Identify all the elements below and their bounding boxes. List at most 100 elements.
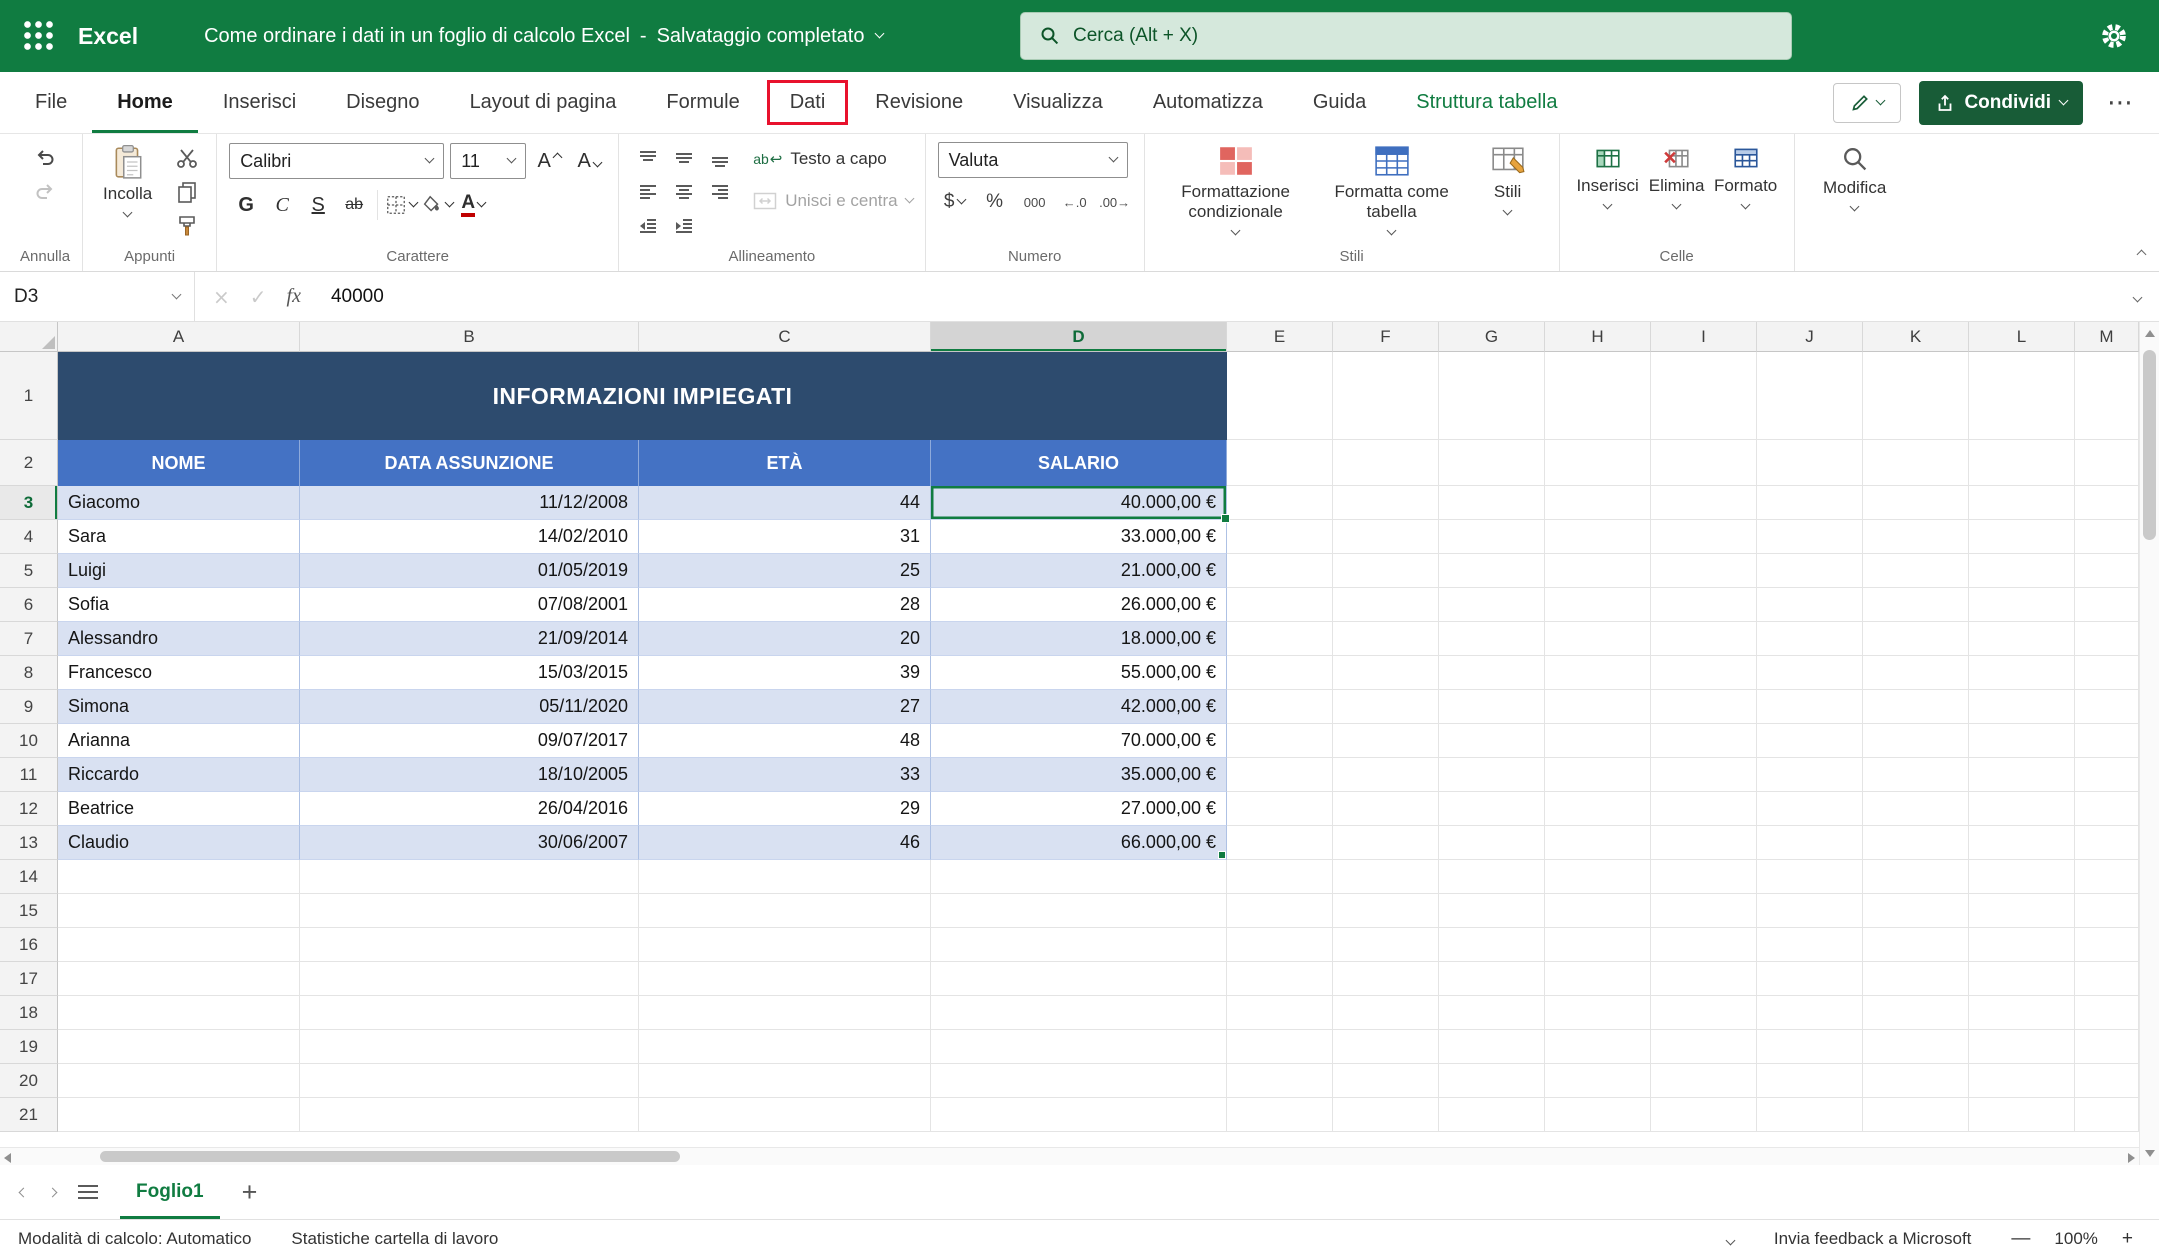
cell-I14[interactable] [1651, 860, 1757, 894]
cell-M2[interactable] [2075, 440, 2139, 486]
cell-J1[interactable] [1757, 352, 1863, 440]
cell-H18[interactable] [1545, 996, 1651, 1030]
font-name-select[interactable]: Calibri [229, 143, 444, 179]
cell-I20[interactable] [1651, 1064, 1757, 1098]
cell-I19[interactable] [1651, 1030, 1757, 1064]
tab-home[interactable]: Home [92, 72, 198, 133]
scroll-up-icon[interactable] [2145, 330, 2155, 337]
cell-J5[interactable] [1757, 554, 1863, 588]
cell-M17[interactable] [2075, 962, 2139, 996]
cell-M11[interactable] [2075, 758, 2139, 792]
cell-E11[interactable] [1227, 758, 1333, 792]
cell-J20[interactable] [1757, 1064, 1863, 1098]
cell-K2[interactable] [1863, 440, 1969, 486]
zoom-in-button[interactable]: + [2122, 1228, 2133, 1250]
cell-J19[interactable] [1757, 1030, 1863, 1064]
cell-K10[interactable] [1863, 724, 1969, 758]
tab-disegno[interactable]: Disegno [321, 72, 444, 133]
cell-A14[interactable] [58, 860, 300, 894]
cell-B7[interactable]: 21/09/2014 [300, 622, 639, 656]
cell-B10[interactable]: 09/07/2017 [300, 724, 639, 758]
cell-I17[interactable] [1651, 962, 1757, 996]
scroll-right-icon[interactable] [2128, 1153, 2135, 1163]
cell-B19[interactable] [300, 1030, 639, 1064]
tab-revisione[interactable]: Revisione [850, 72, 988, 133]
cell-L3[interactable] [1969, 486, 2075, 520]
font-color-button[interactable]: A [456, 186, 490, 224]
cell-J17[interactable] [1757, 962, 1863, 996]
column-header-A[interactable]: A [58, 322, 300, 352]
cell-H11[interactable] [1545, 758, 1651, 792]
column-header-E[interactable]: E [1227, 322, 1333, 352]
cell-I1[interactable] [1651, 352, 1757, 440]
cell-E9[interactable] [1227, 690, 1333, 724]
tab-struttura-tabella[interactable]: Struttura tabella [1391, 72, 1582, 133]
decrease-indent-button[interactable] [631, 210, 665, 242]
cell-H8[interactable] [1545, 656, 1651, 690]
cell-G9[interactable] [1439, 690, 1545, 724]
zoom-level[interactable]: 100% [2054, 1229, 2097, 1249]
draw-mode-button[interactable] [1833, 83, 1901, 123]
cell-D8[interactable]: 55.000,00 € [931, 656, 1227, 690]
cell-E1[interactable] [1227, 352, 1333, 440]
cell-K4[interactable] [1863, 520, 1969, 554]
cell-D3[interactable]: 40.000,00 € [931, 486, 1227, 520]
cell-L16[interactable] [1969, 928, 2075, 962]
cell-C20[interactable] [639, 1064, 931, 1098]
cell-B4[interactable]: 14/02/2010 [300, 520, 639, 554]
formula-input[interactable]: 40000 [319, 286, 2134, 308]
cell-I18[interactable] [1651, 996, 1757, 1030]
cell-M3[interactable] [2075, 486, 2139, 520]
cell-K19[interactable] [1863, 1030, 1969, 1064]
cell-C2[interactable]: ETÀ [639, 440, 931, 486]
cell-E16[interactable] [1227, 928, 1333, 962]
underline-button[interactable]: S [301, 186, 335, 224]
cell-G19[interactable] [1439, 1030, 1545, 1064]
feedback-link[interactable]: Invia feedback a Microsoft [1774, 1229, 1971, 1249]
cell-L15[interactable] [1969, 894, 2075, 928]
cell-I2[interactable] [1651, 440, 1757, 486]
cell-B17[interactable] [300, 962, 639, 996]
cell-K14[interactable] [1863, 860, 1969, 894]
cell-I12[interactable] [1651, 792, 1757, 826]
cell-M13[interactable] [2075, 826, 2139, 860]
cell-J8[interactable] [1757, 656, 1863, 690]
delete-cells-button[interactable]: Elimina [1644, 142, 1710, 210]
undo-button[interactable] [28, 142, 62, 174]
cell-J16[interactable] [1757, 928, 1863, 962]
cell-J4[interactable] [1757, 520, 1863, 554]
cell-G20[interactable] [1439, 1064, 1545, 1098]
cell-M5[interactable] [2075, 554, 2139, 588]
cell-K11[interactable] [1863, 758, 1969, 792]
cell-C9[interactable]: 27 [639, 690, 931, 724]
cell-B18[interactable] [300, 996, 639, 1030]
cell-J13[interactable] [1757, 826, 1863, 860]
cell-M15[interactable] [2075, 894, 2139, 928]
cell-G18[interactable] [1439, 996, 1545, 1030]
cell-I4[interactable] [1651, 520, 1757, 554]
column-header-J[interactable]: J [1757, 322, 1863, 352]
cell-M12[interactable] [2075, 792, 2139, 826]
cell-B12[interactable]: 26/04/2016 [300, 792, 639, 826]
cell-H3[interactable] [1545, 486, 1651, 520]
cut-button[interactable] [170, 142, 204, 174]
cell-K13[interactable] [1863, 826, 1969, 860]
cell-C16[interactable] [639, 928, 931, 962]
cell-G1[interactable] [1439, 352, 1545, 440]
cell-H17[interactable] [1545, 962, 1651, 996]
cell-L9[interactable] [1969, 690, 2075, 724]
cell-B20[interactable] [300, 1064, 639, 1098]
percent-format-button[interactable]: % [978, 186, 1012, 218]
cell-G17[interactable] [1439, 962, 1545, 996]
cell-L19[interactable] [1969, 1030, 2075, 1064]
insert-function-icon[interactable]: fx [287, 285, 301, 308]
cell-H14[interactable] [1545, 860, 1651, 894]
save-status-chevron-icon[interactable] [875, 29, 885, 39]
paste-button[interactable]: Incolla [95, 142, 160, 218]
cell-B21[interactable] [300, 1098, 639, 1132]
cell-I13[interactable] [1651, 826, 1757, 860]
cell-G6[interactable] [1439, 588, 1545, 622]
merged-title-cell-A1-D1[interactable]: INFORMAZIONI IMPIEGATI [58, 352, 1227, 440]
row-header-17[interactable]: 17 [0, 962, 58, 996]
row-header-13[interactable]: 13 [0, 826, 58, 860]
